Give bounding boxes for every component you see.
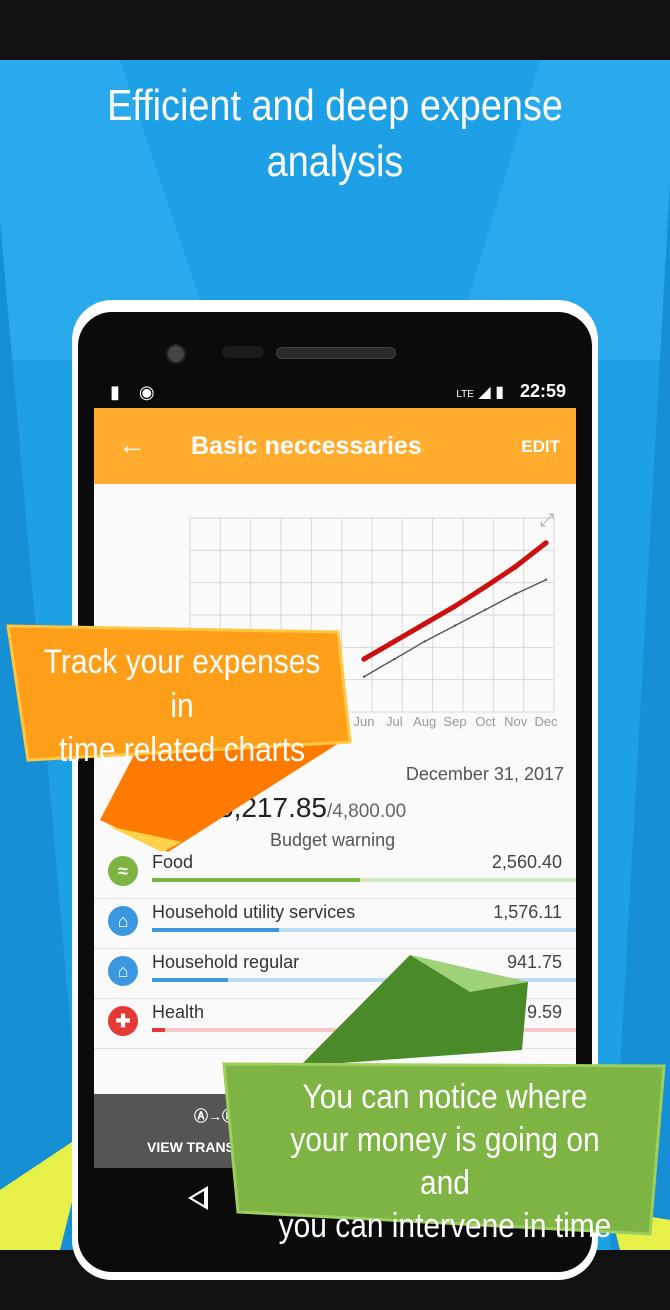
promo-page: Efficient and deep expense analysis ▮ ◉ … (0, 0, 670, 1310)
orange-banner-text: Track your expenses in time related char… (38, 640, 327, 772)
green-banner-line-3: you can intervene in time (278, 1207, 612, 1245)
orange-banner-line-2: time related charts (58, 731, 306, 769)
orange-banner-line-1: Track your expenses in (43, 643, 321, 725)
green-banner-line-2: your money is going on and (290, 1121, 600, 1202)
green-banner-line-1: You can notice where (302, 1078, 588, 1116)
green-banner-text: You can notice where your money is going… (265, 1076, 626, 1248)
green-ribbon-tail (300, 955, 528, 1066)
